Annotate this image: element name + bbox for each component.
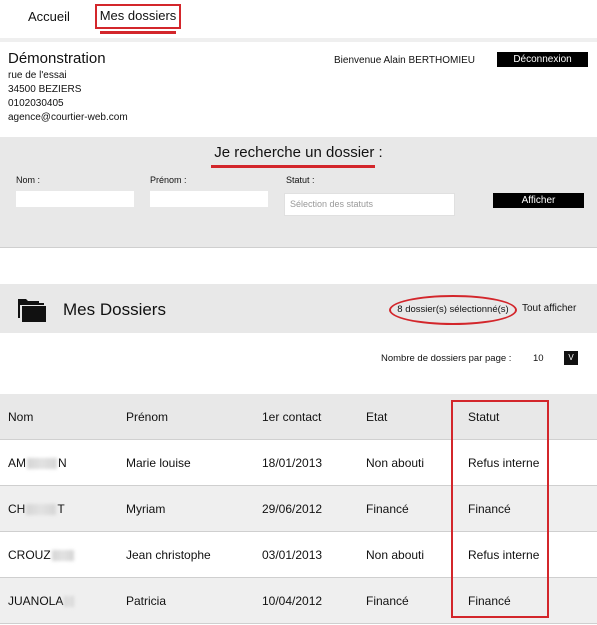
agency-info: Démonstration rue de l'essai 34500 BEZIE… xyxy=(8,50,128,125)
logout-button[interactable]: Déconnexion xyxy=(497,52,588,67)
divider xyxy=(0,38,597,42)
statut-select[interactable]: Sélection des statuts xyxy=(284,193,455,216)
search-submit-button[interactable]: Afficher xyxy=(493,193,584,208)
statut-label: Statut : xyxy=(286,175,315,185)
search-panel: Je recherche un dossier : Nom : Prénom :… xyxy=(0,137,597,248)
cell-etat: Non abouti xyxy=(366,456,425,470)
dossiers-title: Mes Dossiers xyxy=(63,300,166,319)
header-etat[interactable]: Etat xyxy=(366,410,387,424)
prenom-label: Prénom : xyxy=(150,175,187,185)
cell-contact: 03/01/2013 xyxy=(262,548,323,562)
redacted-text xyxy=(27,458,57,470)
nav-home-link[interactable]: Accueil xyxy=(28,9,70,24)
redacted-text xyxy=(26,504,57,516)
table-header: Nom Prénom 1er contact Etat Statut xyxy=(0,394,597,440)
table-row[interactable]: JUANOLA Patricia 10/04/2012 Financé Fina… xyxy=(0,578,597,624)
agency-name: Démonstration xyxy=(8,50,106,67)
cell-nom: CROUZ xyxy=(8,548,75,562)
cell-etat: Financé xyxy=(366,594,409,608)
prenom-input[interactable] xyxy=(150,191,268,207)
cell-contact: 18/01/2013 xyxy=(262,456,323,470)
table-row[interactable]: CH T Myriam 29/06/2012 Financé Financé xyxy=(0,486,597,532)
nav-active-underline xyxy=(100,31,176,34)
agency-email: agence@courtier-web.com xyxy=(8,112,128,123)
agency-city: 34500 BEZIERS xyxy=(8,84,82,95)
show-all-link[interactable]: Tout afficher xyxy=(522,303,576,314)
search-title: Je recherche un dossier : xyxy=(214,144,383,161)
dossiers-header: Mes Dossiers 8 dossier(s) sélectionné(s)… xyxy=(0,284,597,333)
cell-etat: Non abouti xyxy=(366,548,425,562)
selected-count: 8 dossier(s) sélectionné(s) xyxy=(389,295,517,325)
cell-prenom: Myriam xyxy=(126,502,166,516)
cell-statut: Financé xyxy=(468,594,511,608)
nom-label: Nom : xyxy=(16,175,41,185)
redacted-text xyxy=(51,550,74,562)
cell-etat: Financé xyxy=(366,502,409,516)
top-nav: Accueil Mes dossiers xyxy=(0,0,597,38)
nom-input[interactable] xyxy=(16,191,134,207)
dossiers-table: Nom Prénom 1er contact Etat Statut AM N M… xyxy=(0,394,597,624)
cell-statut: Refus interne xyxy=(468,548,540,562)
cell-nom: JUANOLA xyxy=(8,594,75,608)
cell-prenom: Patricia xyxy=(126,594,167,608)
cell-statut: Financé xyxy=(468,502,511,516)
agency-phone: 0102030405 xyxy=(8,98,64,109)
folder-icon xyxy=(18,299,46,322)
cell-contact: 29/06/2012 xyxy=(262,502,323,516)
cell-nom: AM N xyxy=(8,456,67,470)
header-contact[interactable]: 1er contact xyxy=(262,410,321,424)
table-row[interactable]: AM N Marie louise 18/01/2013 Non abouti R… xyxy=(0,440,597,486)
redacted-text xyxy=(64,596,75,608)
welcome-text: Bienvenue Alain BERTHOMIEU xyxy=(334,55,475,66)
per-page-value: 10 xyxy=(533,353,544,364)
cell-prenom: Marie louise xyxy=(126,456,191,470)
agency-street: rue de l'essai xyxy=(8,70,67,81)
nav-folders-link[interactable]: Mes dossiers xyxy=(95,4,181,29)
cell-nom: CH T xyxy=(8,502,65,516)
table-row[interactable]: CROUZ Jean christophe 03/01/2013 Non abo… xyxy=(0,532,597,578)
cell-contact: 10/04/2012 xyxy=(262,594,323,608)
cell-prenom: Jean christophe xyxy=(126,548,211,562)
per-page-dropdown-button[interactable]: V xyxy=(564,351,578,365)
per-page-label: Nombre de dossiers par page : xyxy=(381,353,512,364)
header-statut[interactable]: Statut xyxy=(468,410,499,424)
header-prenom[interactable]: Prénom xyxy=(126,410,168,424)
cell-statut: Refus interne xyxy=(468,456,540,470)
header-nom[interactable]: Nom xyxy=(8,410,33,424)
search-title-underline xyxy=(211,165,375,168)
